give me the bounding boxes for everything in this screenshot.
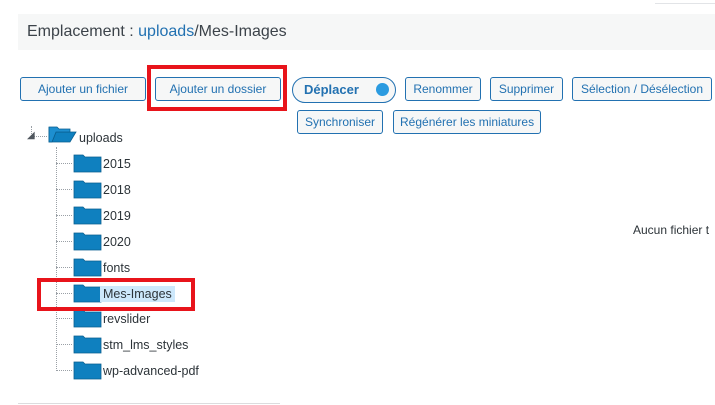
- move-toggle-button[interactable]: Déplacer: [292, 77, 396, 103]
- tree-node-label[interactable]: wp-advanced-pdf: [103, 364, 199, 378]
- location-root-link[interactable]: uploads: [138, 23, 194, 40]
- tree-node-label[interactable]: revslider: [103, 312, 150, 326]
- tree-node-uploads[interactable]: uploads: [79, 131, 123, 145]
- tree-node-label[interactable]: 2015: [103, 157, 131, 171]
- folder-icon: [73, 231, 102, 251]
- regen-thumbnails-button[interactable]: Régénérer les miniatures: [393, 110, 541, 134]
- folder-icon: [73, 179, 102, 199]
- folder-open-icon: [48, 124, 77, 144]
- tree-node-label[interactable]: 2019: [103, 209, 131, 223]
- file-manager-page: Emplacement : uploads/Mes-Images Ajouter…: [0, 0, 715, 405]
- tree-node-label[interactable]: 2018: [103, 183, 131, 197]
- location-path: /Mes-Images: [194, 23, 287, 40]
- delete-button[interactable]: Supprimer: [490, 77, 563, 101]
- empty-folder-message: Aucun fichier t: [633, 223, 710, 237]
- tree-node-label[interactable]: fonts: [103, 261, 130, 275]
- folder-icon: [73, 257, 102, 277]
- folder-icon: [73, 360, 102, 380]
- highlight-add-folder: [147, 65, 287, 111]
- folder-icon: [73, 308, 102, 328]
- tree-node-label[interactable]: 2020: [103, 235, 131, 249]
- location-prefix: Emplacement :: [27, 23, 139, 40]
- top-divider: [655, 3, 715, 4]
- folder-icon: [73, 334, 102, 354]
- folder-icon: [73, 153, 102, 173]
- toggle-indicator-icon: [376, 83, 389, 96]
- collapse-triangle-icon[interactable]: ◢: [27, 131, 35, 141]
- tree-node-label[interactable]: stm_lms_styles: [103, 338, 188, 352]
- sync-button[interactable]: Synchroniser: [297, 110, 383, 134]
- rename-button[interactable]: Renommer: [405, 77, 481, 101]
- location-bar: Emplacement : uploads/Mes-Images: [18, 14, 715, 50]
- add-file-button[interactable]: Ajouter un fichier: [20, 77, 146, 101]
- move-label: Déplacer: [304, 82, 359, 97]
- highlight-mes-images: [37, 278, 195, 311]
- select-toggle-button[interactable]: Sélection / Désélection: [572, 77, 712, 101]
- folder-icon: [73, 205, 102, 225]
- location-breadcrumb: Emplacement : uploads/Mes-Images: [27, 23, 287, 41]
- bottom-divider: [18, 403, 280, 404]
